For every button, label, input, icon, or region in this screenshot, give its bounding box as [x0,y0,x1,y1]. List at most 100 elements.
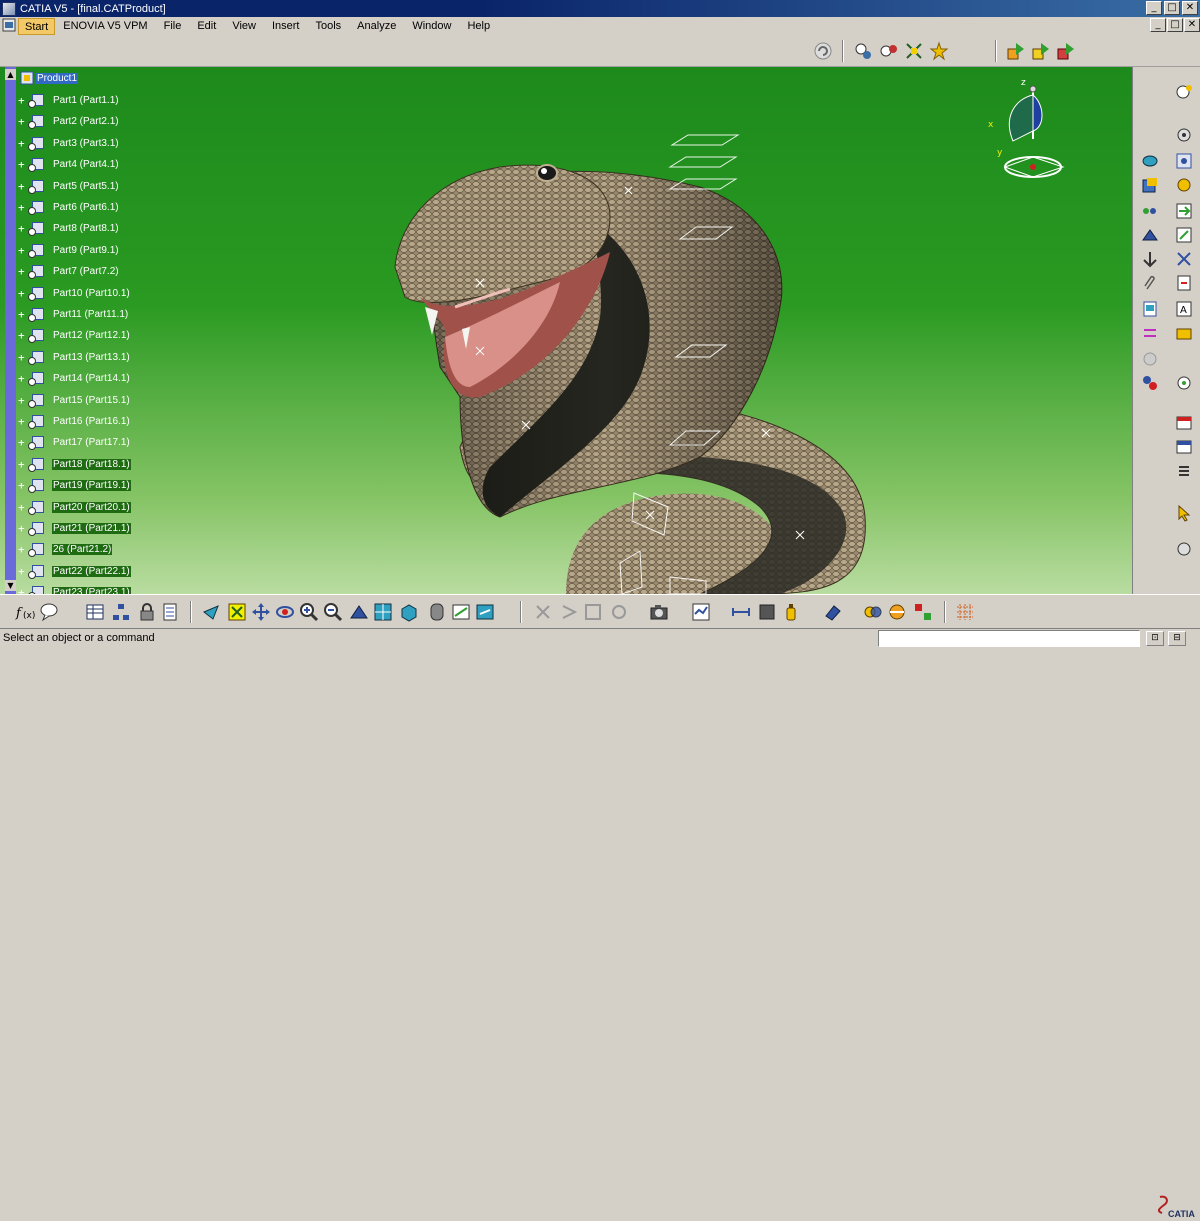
multi-instantiation-icon[interactable] [1139,201,1161,221]
import-icon[interactable] [1173,201,1195,221]
fly-mode-icon[interactable] [200,601,222,623]
tree-item[interactable]: + Part19 (Part19.1) [18,476,131,494]
doc-restore-button[interactable]: □ [1167,18,1183,32]
normal-view-icon[interactable] [348,601,370,623]
tree-scroll-down[interactable]: ▼ [5,580,16,591]
tree-item[interactable]: + Part1 (Part1.1) [18,91,120,109]
tree-item[interactable]: + Part6 (Part6.1) [18,198,120,216]
expand-icon[interactable]: + [18,373,27,384]
manipulation-icon[interactable] [1139,225,1161,245]
swap-space-icon[interactable] [474,601,496,623]
expand-icon[interactable]: + [18,544,27,555]
tree-root[interactable]: Product1 [20,71,79,85]
hierarchy-icon[interactable] [110,601,132,623]
expand-icon[interactable]: + [18,480,27,491]
folder-icon[interactable] [1173,323,1195,343]
distance-icon[interactable] [912,601,934,623]
doc-minimize-button[interactable]: _ [1150,18,1166,32]
zoom-out-icon[interactable] [322,601,344,623]
analysis-icon[interactable] [690,601,712,623]
reorder-icon[interactable] [1173,249,1195,269]
menu-help[interactable]: Help [459,18,498,35]
paperclip-icon[interactable] [1139,273,1161,293]
tree-item[interactable]: + Part10 (Part10.1) [18,284,131,302]
fit-all-icon[interactable] [226,601,248,623]
component-add-icon[interactable] [1031,41,1051,61]
tree-item[interactable]: + Part7 (Part7.2) [18,262,120,280]
tree-item[interactable]: + Part8 (Part8.1) [18,219,120,237]
gear-update-icon[interactable] [878,41,898,61]
menu-view[interactable]: View [224,18,264,35]
lock-icon[interactable] [136,601,158,623]
tree-item[interactable]: + Part15 (Part15.1) [18,391,131,409]
pan-icon[interactable] [250,601,272,623]
maximize-button[interactable]: □ [1164,1,1180,15]
menu-enovia[interactable]: ENOVIA V5 VPM [55,18,155,35]
menu-tools[interactable]: Tools [307,18,349,35]
tree-item[interactable]: + Part4 (Part4.1) [18,155,120,173]
tree-item[interactable]: + Part16 (Part16.1) [18,412,131,430]
tree-item[interactable]: + Part9 (Part9.1) [18,241,120,259]
shading-icon[interactable] [426,601,448,623]
menu-insert[interactable]: Insert [264,18,308,35]
expand-icon[interactable]: + [18,459,27,470]
tree-item[interactable]: + Part22 (Part22.1) [18,562,131,580]
close-button[interactable]: ✕ [1182,1,1198,15]
table-icon[interactable] [84,601,106,623]
tree-item[interactable]: + Part17 (Part17.1) [18,433,131,451]
expand-icon[interactable]: + [18,502,27,513]
assembly-design-icon[interactable] [1173,81,1195,101]
camera-icon[interactable] [648,601,670,623]
tool-palette-icon[interactable] [1173,539,1195,559]
document-arrow-icon[interactable] [1173,273,1195,293]
expand-icon[interactable]: + [18,395,27,406]
expand-icon[interactable]: + [18,266,27,277]
menu-edit[interactable]: Edit [189,18,224,35]
explode-icon[interactable] [904,41,924,61]
tree-item[interactable]: + Part14 (Part14.1) [18,369,131,387]
tree-item[interactable]: + Part5 (Part5.1) [18,177,120,195]
doc-close-button[interactable]: ✕ [1184,18,1200,32]
part-add-icon[interactable] [1056,41,1076,61]
text-annotation-icon[interactable]: A [1173,299,1195,319]
document-icon[interactable] [2,18,16,32]
expand-icon[interactable]: + [18,223,27,234]
expand-icon[interactable]: + [18,138,27,149]
disabled-tool-1-icon[interactable] [532,601,554,623]
eraser-icon[interactable] [822,601,844,623]
tree-scroll-up[interactable]: ▲ [5,69,16,80]
hide-show-icon[interactable] [450,601,472,623]
menu-start[interactable]: Start [18,18,56,35]
swap-icon[interactable] [1139,323,1161,343]
disabled-tool-4-icon[interactable] [608,601,630,623]
snake-model[interactable] [0,67,1132,594]
gear-settings-icon[interactable] [1173,175,1195,195]
expand-icon[interactable]: + [18,202,27,213]
new-component-icon[interactable] [1139,151,1161,171]
expand-icon[interactable]: + [18,416,27,427]
update-icon[interactable] [853,41,873,61]
settings-icon[interactable] [1173,125,1195,145]
expand-icon[interactable]: + [18,330,27,341]
rotate-icon[interactable] [274,601,296,623]
expand-icon[interactable]: + [18,309,27,320]
disabled-tool-2-icon[interactable] [558,601,580,623]
3d-viewport[interactable]: ▲ ▼ Product1 + Part1 (Part1.1) + Part2 (Par… [0,67,1132,594]
expand-icon[interactable]: + [18,116,27,127]
bottle-icon[interactable] [780,601,802,623]
menu-analyze[interactable]: Analyze [349,18,404,35]
tree-scrollbar[interactable]: ▲ ▼ [5,67,16,594]
tree-item[interactable]: + Part21 (Part21.1) [18,519,131,537]
tree-item[interactable]: + Part20 (Part20.1) [18,498,131,516]
select-cursor-icon[interactable] [1173,503,1195,523]
tree-item[interactable]: + Part18 (Part18.1) [18,455,131,473]
list-icon[interactable] [1173,461,1195,481]
menu-file[interactable]: File [156,18,190,35]
anchor-icon[interactable] [1139,249,1161,269]
sectioning-icon[interactable] [886,601,908,623]
page-icon[interactable] [1139,299,1161,319]
expand-icon[interactable]: + [18,288,27,299]
zoom-in-icon[interactable] [298,601,320,623]
comment-icon[interactable] [38,601,60,623]
tree-item[interactable]: + Part11 (Part11.1) [18,305,129,323]
